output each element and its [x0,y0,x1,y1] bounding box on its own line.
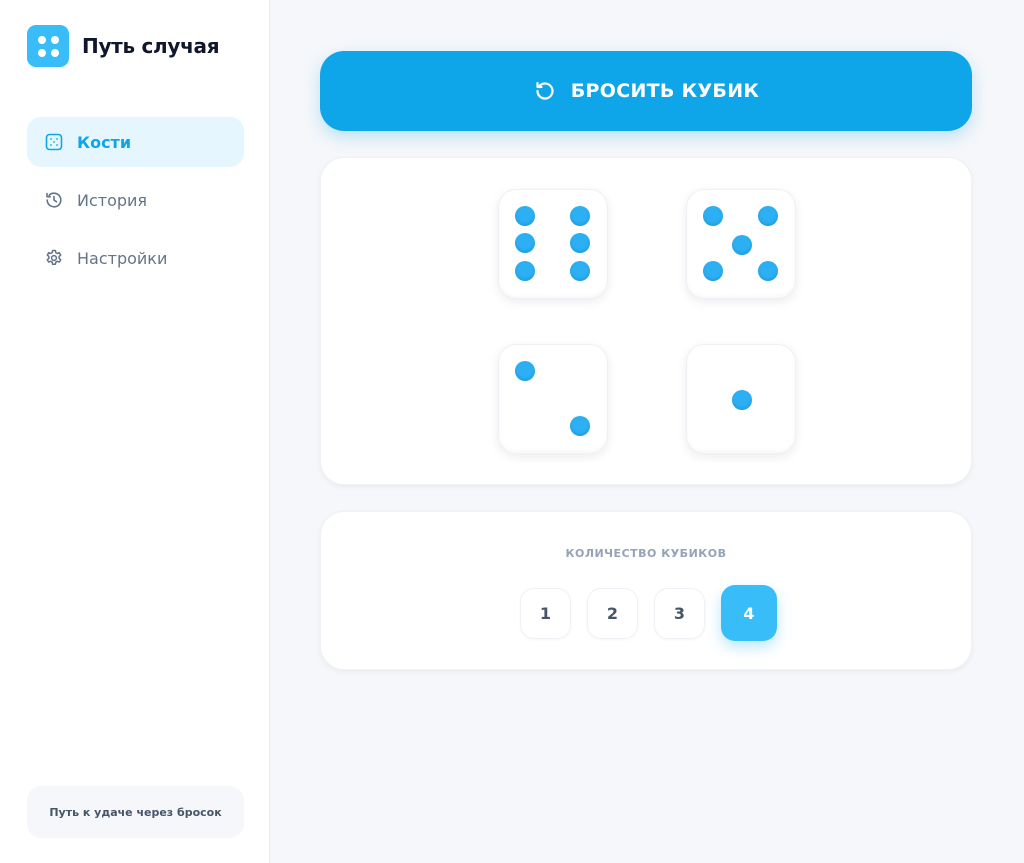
die-pip [570,206,590,226]
dice-count-option-4[interactable]: 4 [721,585,777,641]
die-pip [515,261,535,281]
sidebar: Путь случая Кости История Настройки Путь… [0,0,270,863]
dice-logo-icon [27,25,69,67]
die-pip [703,206,723,226]
die-pip [515,361,535,381]
sidebar-footer-note: Путь к удаче через бросок [27,786,244,838]
die-pip [703,261,723,281]
sidebar-item-label: Настройки [77,248,168,268]
die-pip [570,233,590,253]
die-pip [515,233,535,253]
dice-count-option-3[interactable]: 3 [654,587,705,639]
refresh-icon [536,81,554,100]
dice-count-panel: КОЛИЧЕСТВО КУБИКОВ 1 2 3 4 [320,511,972,670]
dice-icon [45,133,63,151]
dice-count-title: КОЛИЧЕСТВО КУБИКОВ [565,547,727,560]
dice-count-option-1[interactable]: 1 [520,587,571,639]
die-pip [732,390,752,410]
sidebar-item-settings[interactable]: Настройки [27,233,244,283]
die-pip [570,416,590,436]
die-2[interactable] [686,189,796,299]
die-1[interactable] [498,189,608,299]
roll-dice-label: БРОСИТЬ КУБИК [570,80,760,102]
die-pip [758,261,778,281]
history-icon [46,192,62,208]
die-4[interactable] [686,344,796,454]
die-pip [570,261,590,281]
die-3[interactable] [498,344,608,454]
app-title: Путь случая [82,34,220,58]
sidebar-item-label: История [77,190,148,210]
sidebar-item-label: Кости [77,132,132,152]
brand[interactable]: Путь случая [27,25,220,67]
sidebar-item-history[interactable]: История [27,175,244,225]
sidebar-item-dice[interactable]: Кости [27,117,244,167]
die-pip [515,206,535,226]
roll-dice-button[interactable]: БРОСИТЬ КУБИК [320,51,972,131]
dice-count-option-2[interactable]: 2 [587,587,638,639]
sidebar-nav: Кости История Настройки [27,117,244,291]
dice-panel [320,157,972,485]
die-pip [758,206,778,226]
gear-icon [46,249,62,266]
dice-count-options: 1 2 3 4 [520,585,793,641]
die-pip [732,235,752,255]
